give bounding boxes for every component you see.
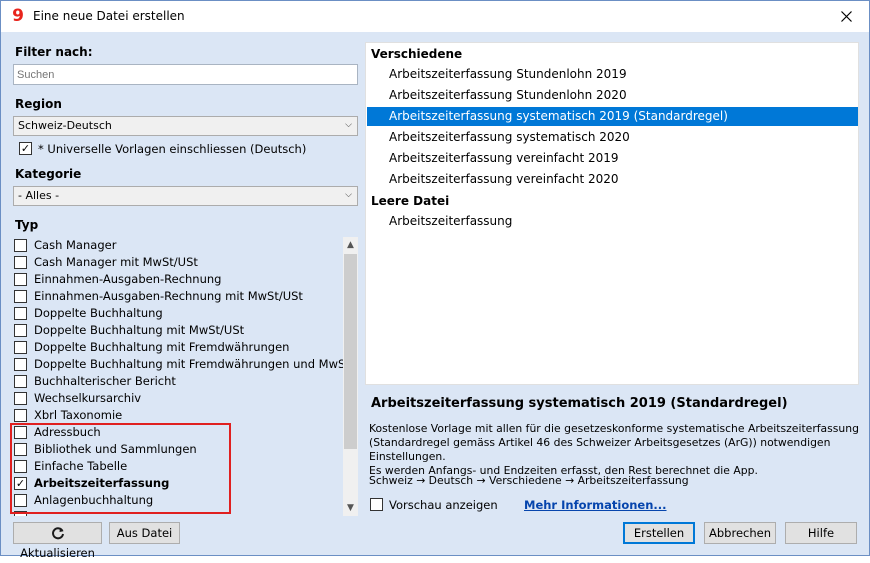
type-checkbox[interactable] [14,358,27,371]
type-checkbox[interactable] [14,375,27,388]
type-item-label: Xbrl Taxonomie [34,408,123,422]
template-item[interactable]: Arbeitszeiterfassung Stundenlohn 2019 [367,65,858,84]
type-item[interactable]: Einnahmen-Ausgaben-Rechnung mit MwSt/USt [12,288,342,305]
type-item[interactable]: Doppelte Buchhaltung mit Fremdwährungen … [12,356,357,373]
type-checkbox[interactable] [14,392,27,405]
type-item[interactable]: Cash Manager mit MwSt/USt [12,254,342,271]
help-button[interactable]: Hilfe [785,522,857,544]
region-selected-value: Schweiz-Deutsch [18,119,112,132]
search-input[interactable] [13,64,358,85]
scroll-thumb[interactable] [344,254,357,449]
type-checkbox[interactable] [14,307,27,320]
type-item-label: Doppelte Buchhaltung [34,306,163,320]
filter-label: Filter nach: [15,45,93,59]
type-checkbox[interactable] [14,341,27,354]
template-path: Schweiz → Deutsch → Verschiedene → Arbei… [369,474,689,487]
preview-checkbox[interactable] [370,498,383,511]
type-item[interactable]: Wechselkursarchiv [12,390,342,407]
description-line: (Standardregel gemäss Artikel 46 des Sch… [369,436,831,463]
highlight-annotation [10,423,231,514]
type-item-label: Doppelte Buchhaltung mit Fremdwährungen [34,340,290,354]
type-item-label: Cash Manager [34,238,117,252]
type-item-label: Wechselkursarchiv [34,391,142,405]
category-select[interactable]: - Alles - ⌵ [13,186,358,206]
type-checkbox[interactable] [14,324,27,337]
type-item-label: Doppelte Buchhaltung mit Fremdwährungen … [34,357,357,371]
description-title: Arbeitszeiterfassung systematisch 2019 (… [371,396,788,411]
category-label: Kategorie [15,167,82,181]
scroll-down-icon[interactable]: ▼ [343,500,358,516]
from-file-button[interactable]: Aus Datei [109,522,180,544]
type-item-label: Einnahmen-Ausgaben-Rechnung [34,272,222,286]
type-item[interactable]: Einnahmen-Ausgaben-Rechnung [12,271,342,288]
type-item[interactable]: Xbrl Taxonomie [12,407,342,424]
window-title: Eine neue Datei erstellen [33,9,185,23]
type-item-label: Cash Manager mit MwSt/USt [34,255,198,269]
type-checkbox[interactable] [14,239,27,252]
type-checkbox[interactable] [14,290,27,303]
template-item[interactable]: Arbeitszeiterfassung systematisch 2020 [367,128,858,147]
preview-label: Vorschau anzeigen [389,498,498,512]
region-select[interactable]: Schweiz-Deutsch ⌵ [13,116,358,136]
template-item[interactable]: Arbeitszeiterfassung Stundenlohn 2020 [367,86,858,105]
cancel-button[interactable]: Abbrechen [704,522,776,544]
group-header-verschiedene: Verschiedene [371,47,463,61]
template-item[interactable]: Arbeitszeiterfassung vereinfacht 2020 [367,170,858,189]
close-icon [840,10,852,22]
type-list-scrollbar[interactable]: ▲ ▼ [343,237,358,516]
region-label: Region [15,97,62,111]
template-item[interactable]: Arbeitszeiterfassung [367,212,858,231]
type-checkbox[interactable] [14,256,27,269]
dialog-body: Filter nach: Region Schweiz-Deutsch ⌵ ✓ … [1,32,869,560]
chevron-down-icon: ⌵ [345,120,352,130]
description-line: Kostenlose Vorlage mit allen für die ges… [369,422,859,435]
category-selected-value: - Alles - [18,189,60,202]
type-item-label: Buchhalterischer Bericht [34,374,176,388]
type-label: Typ [15,218,39,232]
more-info-link[interactable]: Mehr Informationen... [524,498,667,512]
app-logo-icon: 9 [12,6,24,26]
type-item[interactable]: Buchhalterischer Bericht [12,373,342,390]
title-bar: 9 Eine neue Datei erstellen [1,1,869,32]
type-item[interactable]: Doppelte Buchhaltung mit Fremdwährungen [12,339,342,356]
chevron-down-icon: ⌵ [345,190,352,200]
template-item[interactable]: Arbeitszeiterfassung vereinfacht 2019 [367,149,858,168]
dialog-window: 9 Eine neue Datei erstellen Filter nach:… [0,0,870,560]
template-item-selected[interactable]: Arbeitszeiterfassung systematisch 2019 (… [367,107,858,126]
type-item[interactable]: Doppelte Buchhaltung mit MwSt/USt [12,322,342,339]
universal-templates-checkbox[interactable]: ✓ [19,142,32,155]
type-checkbox[interactable] [14,273,27,286]
refresh-icon [51,527,64,540]
scroll-up-icon[interactable]: ▲ [343,237,358,253]
type-item-label: Doppelte Buchhaltung mit MwSt/USt [34,323,245,337]
group-header-leere-datei: Leere Datei [371,194,450,208]
type-item-label: Einnahmen-Ausgaben-Rechnung mit MwSt/USt [34,289,303,303]
type-item[interactable]: Cash Manager [12,237,342,254]
create-button[interactable]: Erstellen [623,522,695,544]
description-text: Kostenlose Vorlage mit allen für die ges… [369,422,859,478]
refresh-button-label: Aktualisieren [20,546,95,560]
type-item[interactable]: Doppelte Buchhaltung [12,305,342,322]
template-list: Verschiedene Arbeitszeiterfassung Stunde… [365,42,859,385]
refresh-button[interactable]: Aktualisieren [13,522,102,560]
universal-templates-label: * Universelle Vorlagen einschliessen (De… [38,142,307,156]
close-button[interactable] [823,1,869,31]
type-checkbox[interactable] [14,409,27,422]
